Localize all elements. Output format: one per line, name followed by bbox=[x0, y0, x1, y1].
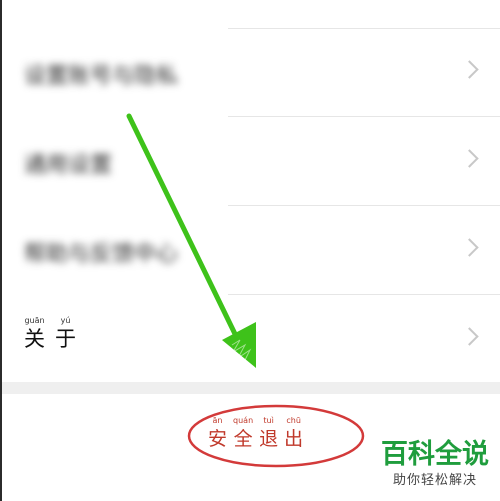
settings-item-label: 设置账号与隐私 bbox=[24, 64, 179, 89]
ruby-char: yú 于 bbox=[55, 316, 76, 352]
watermark: 百科全说 助你轻松解决 bbox=[374, 438, 496, 490]
hanzi: 全 bbox=[233, 428, 253, 450]
pinyin: tuì bbox=[263, 416, 274, 425]
pinyin: quán bbox=[233, 416, 254, 425]
watermark-title: 百科全说 bbox=[381, 439, 489, 470]
chevron-right-icon bbox=[460, 149, 479, 168]
chevron-right-icon bbox=[460, 238, 479, 257]
settings-item-label: 帮助与反馈中心 bbox=[24, 242, 179, 267]
ruby-char: tuì 退 bbox=[259, 416, 278, 452]
section-gap bbox=[2, 382, 500, 394]
settings-item-about[interactable]: guān 关 yú 于 bbox=[2, 296, 500, 384]
settings-screen: 设置账号与隐私 通用设置 帮助与反馈中心 guān 关 yú 于 ān 安 qu… bbox=[0, 0, 500, 501]
ruby-char: chū 出 bbox=[284, 416, 303, 452]
hanzi: 退 bbox=[259, 428, 279, 450]
row-divider bbox=[228, 116, 500, 117]
chevron-right-icon bbox=[460, 60, 479, 79]
settings-item-label: 通用设置 bbox=[24, 153, 113, 178]
hanzi: 出 bbox=[284, 428, 304, 450]
settings-item-3[interactable]: 帮助与反馈中心 bbox=[2, 207, 500, 295]
chevron-right-icon bbox=[460, 327, 479, 346]
settings-item-1[interactable]: 设置账号与隐私 bbox=[2, 29, 500, 117]
ruby-char: ān 安 bbox=[208, 416, 227, 452]
ruby-char: guān 关 bbox=[24, 316, 45, 352]
pinyin: guān bbox=[24, 316, 45, 325]
hanzi: 安 bbox=[208, 428, 228, 450]
settings-item-2[interactable]: 通用设置 bbox=[2, 118, 500, 206]
row-divider bbox=[228, 294, 500, 295]
about-label: guān 关 yú 于 bbox=[24, 316, 76, 352]
hanzi: 于 bbox=[55, 327, 76, 351]
logout-button[interactable]: ān 安 quán 全 tuì 退 chū 出 bbox=[208, 416, 303, 452]
row-divider bbox=[228, 205, 500, 206]
pinyin: yú bbox=[60, 316, 71, 325]
watermark-subtitle: 助你轻松解决 bbox=[392, 473, 477, 488]
ruby-char: quán 全 bbox=[233, 416, 253, 452]
hanzi: 关 bbox=[24, 327, 45, 351]
pinyin: chū bbox=[286, 416, 301, 425]
pinyin: ān bbox=[212, 416, 223, 425]
